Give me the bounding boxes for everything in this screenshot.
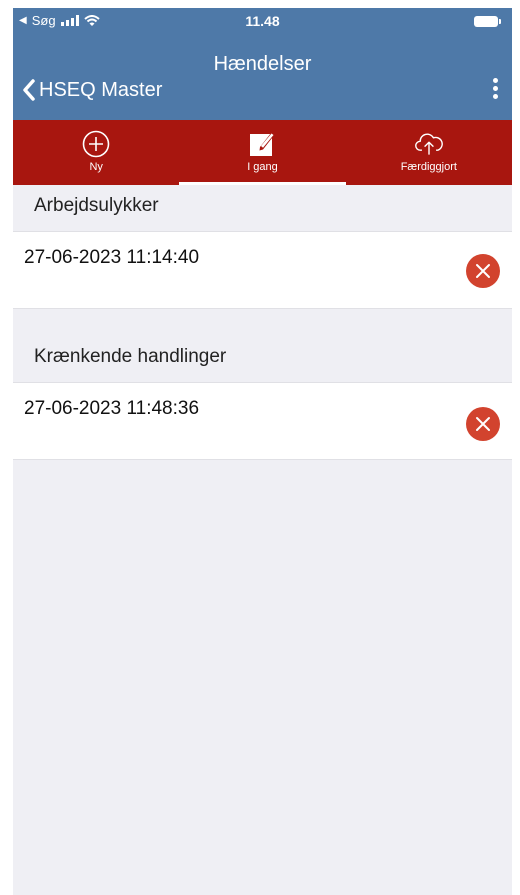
back-button-label: HSEQ Master (39, 78, 163, 101)
section-title: Arbejdsulykker (34, 195, 159, 216)
status-bar: ◀ Søg 11.48 (13, 8, 512, 34)
chevron-left-icon (23, 79, 35, 101)
close-icon (476, 264, 490, 278)
tab-completed-label: Færdiggjort (400, 161, 457, 173)
page-title: Hændelser (213, 53, 312, 75)
section-header-arbejdsulykker: Arbejdsulykker (13, 185, 512, 225)
plus-circle-icon (82, 130, 110, 158)
item-datetime: 27-06-2023 11:14:40 (24, 247, 200, 268)
tab-in-progress[interactable]: I gang (179, 120, 346, 185)
item-datetime: 27-06-2023 11:48:36 (24, 398, 200, 419)
back-button[interactable]: HSEQ Master (19, 77, 162, 103)
delete-button[interactable] (466, 254, 500, 288)
close-icon (476, 417, 490, 431)
cloud-upload-icon (414, 133, 443, 155)
list-item[interactable]: 27-06-2023 11:48:36 (13, 382, 512, 460)
tab-new-label: Ny (89, 161, 103, 173)
edit-icon (250, 133, 275, 156)
tab-bar: Ny I gang Færdiggjort (13, 120, 512, 185)
list-item[interactable]: 27-06-2023 11:14:40 (13, 231, 512, 309)
top-bar: ◀ Søg 11.48 Hændelser HSEQ Master (13, 8, 512, 120)
status-time: 11.48 (245, 13, 280, 29)
tab-in-progress-label: I gang (247, 161, 278, 173)
phone-screen: ◀ Søg 11.48 Hændelser HSEQ Master Ny I g… (13, 8, 512, 895)
section-title: Krænkende handlinger (34, 346, 227, 367)
tab-new[interactable]: Ny (13, 120, 179, 185)
more-options-icon[interactable] (488, 76, 502, 110)
battery-icon (474, 16, 501, 27)
section-header-kraenkende-handlinger: Krænkende handlinger (13, 336, 512, 376)
tab-completed[interactable]: Færdiggjort (346, 120, 512, 185)
delete-button[interactable] (466, 407, 500, 441)
